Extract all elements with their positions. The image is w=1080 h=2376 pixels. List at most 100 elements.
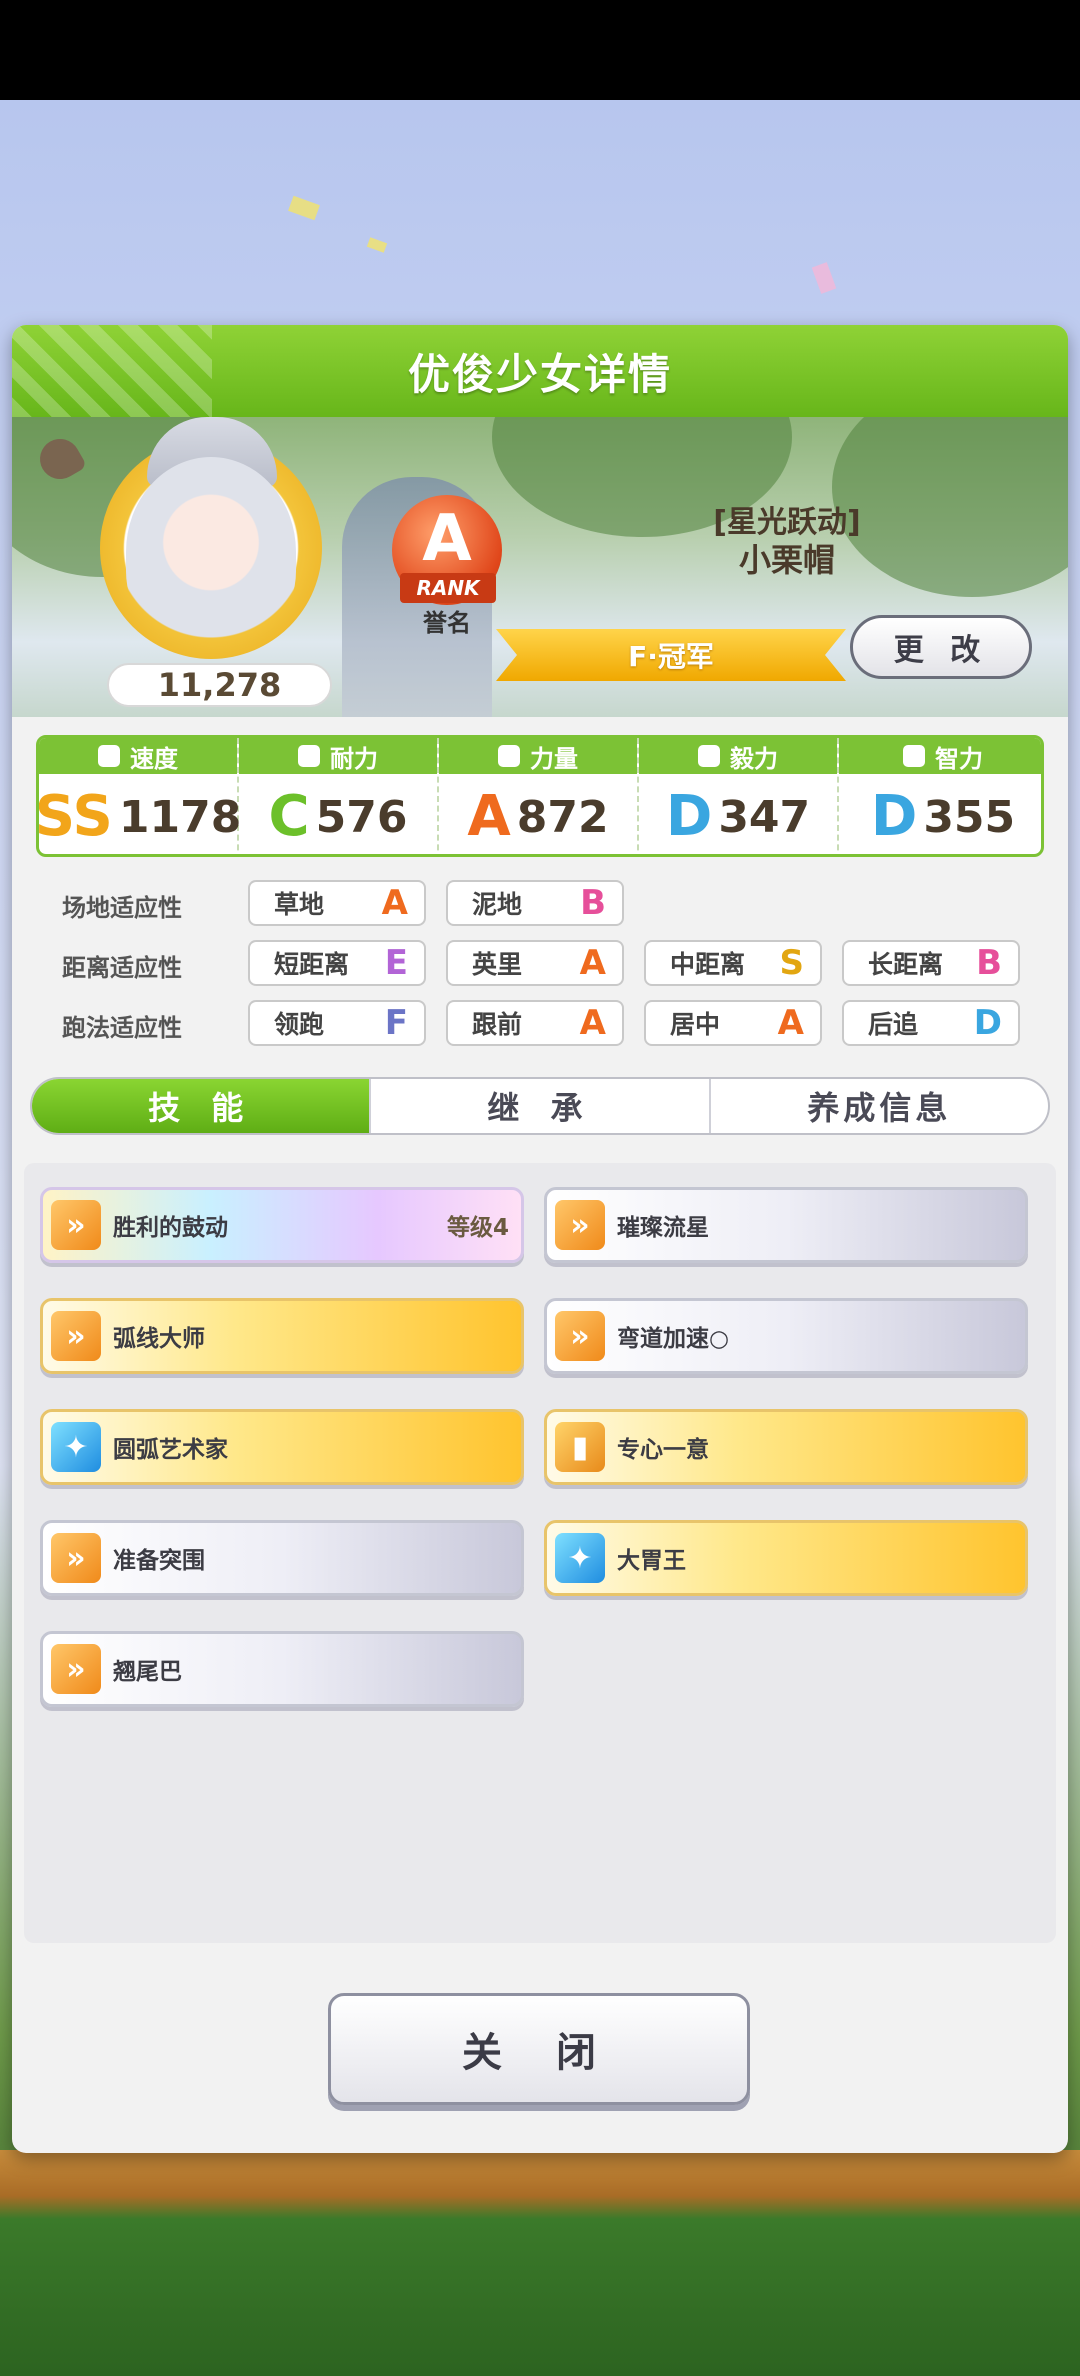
- recovery-icon: ▮: [555, 1422, 605, 1472]
- rank-ribbon: RANK: [400, 573, 496, 603]
- stat-wisdom: 智力 D 355: [839, 738, 1041, 854]
- track-aptitude-row: 场地适应性 草地 A 泥地 B: [42, 880, 1042, 928]
- distance-aptitude-row: 距离适应性 短距离 E 英里 A 中距离 S 长距离 B: [42, 940, 1042, 988]
- aptitude-chip: 长距离 B: [842, 940, 1020, 986]
- stat-label: 智力: [935, 744, 983, 773]
- change-title-button[interactable]: 更 改: [850, 615, 1032, 679]
- close-button[interactable]: 关 闭: [328, 1993, 750, 2105]
- running-horse-icon: »: [555, 1311, 605, 1361]
- skill-item[interactable]: » 璀璨流星: [544, 1187, 1028, 1263]
- aptitude-label: 跑法适应性: [62, 1014, 182, 1042]
- aptitude-name: 英里: [472, 950, 523, 979]
- stat-label: 耐力: [330, 744, 378, 773]
- stat-value: 576: [315, 791, 408, 843]
- skill-item[interactable]: ▮ 专心一意: [544, 1409, 1028, 1485]
- skill-name: 专心一意: [617, 1437, 709, 1463]
- aptitude-chip: 跟前 A: [446, 1000, 624, 1046]
- aptitude-chip: 短距离 E: [248, 940, 426, 986]
- aptitude-name: 泥地: [472, 890, 523, 919]
- aptitude-grade: S: [779, 943, 805, 983]
- stat-value: 1178: [118, 791, 242, 843]
- skill-item[interactable]: » 胜利的鼓动 等级4: [40, 1187, 524, 1263]
- aptitude-grade: D: [973, 1003, 1002, 1043]
- aptitude-name: 居中: [670, 1010, 721, 1039]
- rank-caption: 誉名: [423, 609, 471, 637]
- character-name: 小栗帽: [738, 541, 835, 579]
- tab-inheritance[interactable]: 继 承: [371, 1079, 711, 1133]
- aptitude-name: 草地: [274, 890, 325, 919]
- running-horse-icon: »: [51, 1200, 101, 1250]
- skill-item[interactable]: » 弧线大师: [40, 1298, 524, 1374]
- running-horse-icon: »: [51, 1311, 101, 1361]
- tab-training-info[interactable]: 养成信息: [711, 1079, 1048, 1133]
- flame-icon: [698, 745, 720, 767]
- stat-grade: C: [268, 784, 310, 849]
- aptitude-name: 领跑: [274, 1010, 325, 1039]
- skill-name: 弯道加速○: [617, 1326, 730, 1352]
- stat-stamina: 耐力 C 576: [239, 738, 439, 854]
- stat-guts: 毅力 D 347: [639, 738, 839, 854]
- skill-item[interactable]: » 翘尾巴: [40, 1631, 524, 1707]
- skill-level: 等级4: [446, 1215, 509, 1241]
- skill-item[interactable]: » 弯道加速○: [544, 1298, 1028, 1374]
- tab-skills[interactable]: 技 能: [32, 1079, 372, 1133]
- skill-item[interactable]: ✦ 大胃王: [544, 1520, 1028, 1596]
- aptitude-grade: B: [580, 883, 606, 923]
- aptitude-label: 距离适应性: [62, 954, 182, 982]
- detail-tabs: 技 能 继 承 养成信息: [30, 1077, 1050, 1135]
- stat-value: 355: [923, 791, 1016, 843]
- skill-name: 圆弧艺术家: [113, 1437, 228, 1463]
- skill-name: 准备突围: [113, 1548, 205, 1574]
- stat-grade: A: [467, 784, 511, 849]
- aptitude-grade: B: [976, 943, 1002, 983]
- stat-speed: 速度 SS 1178: [36, 738, 242, 854]
- stat-label: 力量: [530, 744, 578, 773]
- stat-power: 力量 A 872: [439, 738, 639, 854]
- stat-value: 347: [718, 791, 811, 843]
- aptitude-grade: E: [384, 943, 408, 983]
- running-horse-icon: »: [51, 1644, 101, 1694]
- aptitude-name: 后追: [868, 1010, 919, 1039]
- aptitude-chip: 中距离 S: [644, 940, 822, 986]
- stat-grade: D: [665, 784, 713, 849]
- heart-icon: [298, 745, 320, 767]
- aptitude-chip: 泥地 B: [446, 880, 624, 926]
- aptitude-grade: A: [579, 1003, 606, 1043]
- aptitude-chip: 英里 A: [446, 940, 624, 986]
- status-bar: [0, 0, 1080, 100]
- muscle-icon: [498, 745, 520, 767]
- aptitude-grade: F: [384, 1003, 408, 1043]
- aptitude-chip: 草地 A: [248, 880, 426, 926]
- stat-grade: D: [870, 784, 918, 849]
- shoe-icon: [98, 745, 120, 767]
- confetti: [811, 262, 837, 294]
- skill-name: 翘尾巴: [113, 1659, 182, 1685]
- aptitude-name: 长距离: [868, 950, 944, 979]
- stat-value: 872: [516, 791, 609, 843]
- skill-name: 胜利的鼓动: [113, 1215, 228, 1241]
- aptitude-grade: A: [777, 1003, 804, 1043]
- sparkle-icon: ✦: [555, 1533, 605, 1583]
- dialog-title: 优俊少女详情: [407, 349, 672, 399]
- fence-background: [0, 2150, 1080, 2376]
- stat-grade: SS: [36, 784, 113, 849]
- stats-panel: 速度 SS 1178 耐力 C 576 力量 A 872 毅力 D 347 智力 D 35…: [36, 735, 1044, 857]
- aptitude-name: 短距离: [274, 950, 350, 979]
- dialog-header: 优俊少女详情: [12, 325, 1068, 417]
- confetti: [288, 195, 320, 221]
- aptitude-chip: 居中 A: [644, 1000, 822, 1046]
- running-horse-icon: »: [51, 1533, 101, 1583]
- stat-label: 毅力: [730, 744, 778, 773]
- aptitude-chip: 领跑 F: [248, 1000, 426, 1046]
- aptitude-name: 中距离: [670, 950, 746, 979]
- skill-item[interactable]: » 准备突围: [40, 1520, 524, 1596]
- aptitude-chip: 后追 D: [842, 1000, 1020, 1046]
- skill-name: 璀璨流星: [617, 1215, 709, 1241]
- aptitude-name: 跟前: [472, 1010, 523, 1039]
- skills-panel: » 胜利的鼓动 等级4 » 璀璨流星 » 弧线大师 » 弯道加速○ ✦ 圆弧艺术…: [24, 1163, 1056, 1943]
- aptitude-label: 场地适应性: [62, 894, 182, 922]
- sparkle-icon: ✦: [51, 1422, 101, 1472]
- profile-banner: 11,278 A RANK 誉名 [星光跃动] 小栗帽 F·冠军 更 改: [12, 417, 1068, 717]
- style-aptitude-row: 跑法适应性 领跑 F 跟前 A 居中 A 后追 D: [42, 1000, 1042, 1048]
- skill-item[interactable]: ✦ 圆弧艺术家: [40, 1409, 524, 1485]
